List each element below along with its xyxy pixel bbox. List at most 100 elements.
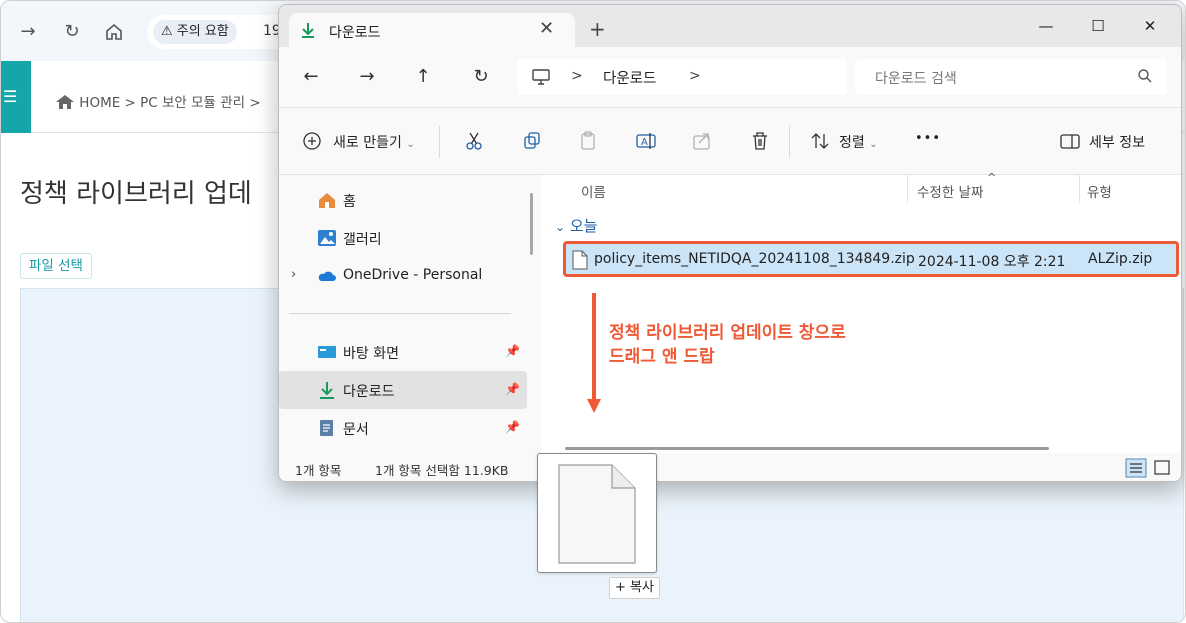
breadcrumb-text: HOME > PC 보안 모듈 관리 > xyxy=(79,95,261,111)
details-view-icon[interactable] xyxy=(1125,458,1147,478)
nav-item-home[interactable]: 홈 xyxy=(279,181,527,219)
nav-item-downloads[interactable]: 다운로드 📌 xyxy=(279,371,527,409)
more-options-button[interactable]: ••• xyxy=(915,131,941,146)
warning-label: 주의 요함 xyxy=(176,24,229,39)
delete-icon[interactable] xyxy=(749,130,771,152)
sort-button[interactable]: 정렬 ⌄ xyxy=(839,132,878,152)
column-header-name[interactable]: 이름 xyxy=(581,181,606,201)
document-icon xyxy=(320,420,333,436)
horizontal-scrollbar[interactable] xyxy=(565,447,1049,450)
rename-icon[interactable]: A xyxy=(635,130,657,152)
gallery-icon xyxy=(318,230,336,246)
minimize-button[interactable]: — xyxy=(1023,11,1069,41)
forward-icon[interactable]: → xyxy=(15,19,41,45)
path-folder[interactable]: 다운로드 xyxy=(603,67,656,88)
svg-text:A: A xyxy=(641,137,648,148)
nav-label: 문서 xyxy=(343,422,369,438)
tab-close-icon[interactable]: ✕ xyxy=(539,18,554,39)
nav-divider xyxy=(289,313,511,314)
column-divider xyxy=(907,175,908,203)
column-divider xyxy=(1079,175,1080,203)
chevron-down-icon: ⌄ xyxy=(406,139,415,150)
instruction-line-1: 정책 라이브러리 업데이트 창으로 xyxy=(609,323,846,343)
browser-address-bar[interactable]: ⚠ 주의 요함 19 xyxy=(147,15,297,49)
computer-icon xyxy=(532,69,550,85)
tab-label: 다운로드 xyxy=(329,25,381,41)
drag-arrow-icon xyxy=(587,293,601,413)
file-explorer-window: 다운로드 ✕ + — ☐ ✕ ← → ↑ ↻ > 다운로드 > 다운로드 검색 xyxy=(278,4,1182,482)
nav-scrollbar[interactable] xyxy=(530,193,533,255)
copy-badge: + 복사 xyxy=(609,577,660,599)
group-label: 오늘 xyxy=(569,217,598,235)
refresh-icon[interactable]: ↻ xyxy=(469,67,493,87)
tab-downloads[interactable]: 다운로드 ✕ xyxy=(289,13,575,47)
group-header-today[interactable]: ⌄ 오늘 xyxy=(555,215,597,236)
pin-icon[interactable]: 📌 xyxy=(505,382,520,396)
new-label: 새로 만들기 xyxy=(333,135,402,151)
cloud-icon xyxy=(318,271,336,281)
back-icon[interactable]: ← xyxy=(299,67,323,87)
chevron-right-icon[interactable]: › xyxy=(291,267,296,282)
file-select-button[interactable]: 파일 선택 xyxy=(20,253,92,279)
nav-label: 홈 xyxy=(343,194,356,210)
menu-toggle-icon[interactable]: ☰ xyxy=(1,61,31,133)
nav-item-onedrive[interactable]: › OneDrive - Personal xyxy=(279,257,527,295)
large-icons-view-icon[interactable] xyxy=(1151,458,1173,478)
toolbar-divider xyxy=(439,126,440,158)
new-tab-button[interactable]: + xyxy=(589,19,606,39)
new-button[interactable]: 새로 만들기 ⌄ xyxy=(333,132,415,152)
download-icon xyxy=(320,382,334,399)
sort-label: 정렬 xyxy=(839,135,865,151)
cut-icon[interactable] xyxy=(463,130,485,152)
screenshot-frame: → ↻ ⚠ 주의 요함 19 ☰ HOME > PC 보안 모듈 관리 > 정책… xyxy=(0,0,1186,623)
sort-caret-icon: ^ xyxy=(987,171,997,184)
reload-icon[interactable]: ↻ xyxy=(59,19,85,45)
home-icon xyxy=(55,94,75,110)
paste-icon xyxy=(581,131,595,150)
file-icon xyxy=(572,250,588,270)
nav-item-documents[interactable]: 문서 📌 xyxy=(279,409,527,447)
nav-label: 다운로드 xyxy=(343,384,395,400)
column-header-type[interactable]: 유형 xyxy=(1087,181,1112,201)
pin-icon[interactable]: 📌 xyxy=(505,344,520,358)
details-button[interactable]: 세부 정보 xyxy=(1089,132,1145,152)
maximize-button[interactable]: ☐ xyxy=(1075,11,1121,41)
selection-info: 1개 항목 선택함 11.9KB xyxy=(375,463,509,478)
close-button[interactable]: ✕ xyxy=(1127,11,1173,41)
path-field[interactable]: > 다운로드 > xyxy=(517,59,847,95)
nav-label: 바탕 화면 xyxy=(343,346,399,362)
search-input[interactable]: 다운로드 검색 xyxy=(855,59,1167,95)
nav-label: 갤러리 xyxy=(343,232,382,248)
drag-preview xyxy=(537,453,657,573)
home-icon[interactable] xyxy=(101,19,127,45)
file-name: policy_items_NETIDQA_20241108_134849.zip xyxy=(594,251,915,267)
chevron-down-icon: ⌄ xyxy=(555,220,566,234)
new-icon[interactable] xyxy=(301,130,323,152)
page-title: 정책 라이브러리 업데 xyxy=(20,179,252,209)
up-icon[interactable]: ↑ xyxy=(411,67,435,87)
column-header-date[interactable]: 수정한 날짜 xyxy=(917,181,983,201)
pin-icon[interactable]: 📌 xyxy=(505,420,520,434)
nav-item-desktop[interactable]: 바탕 화면 📌 xyxy=(279,333,527,371)
title-bar: 다운로드 ✕ + — ☐ ✕ xyxy=(279,5,1181,47)
toolbar-divider xyxy=(789,126,790,158)
home-icon xyxy=(319,193,335,208)
details-pane-icon[interactable] xyxy=(1059,130,1081,152)
path-separator: > xyxy=(689,68,701,84)
path-separator: > xyxy=(571,68,583,84)
search-placeholder: 다운로드 검색 xyxy=(875,71,957,87)
desktop-icon xyxy=(318,346,336,358)
search-icon xyxy=(1138,69,1152,83)
security-warning-chip[interactable]: ⚠ 주의 요함 xyxy=(153,20,237,44)
file-list: 이름 수정한 날짜 ^ 유형 ⌄ 오늘 policy_items_NETIDQA… xyxy=(541,171,1181,453)
file-icon xyxy=(558,464,636,564)
breadcrumb: HOME > PC 보안 모듈 관리 > xyxy=(55,91,261,111)
chevron-down-icon: ⌄ xyxy=(869,139,878,150)
address-bar: ← → ↑ ↻ > 다운로드 > 다운로드 검색 xyxy=(279,47,1181,107)
sort-icon[interactable] xyxy=(809,130,831,152)
nav-item-gallery[interactable]: 갤러리 xyxy=(279,219,527,257)
share-icon xyxy=(693,133,710,150)
forward-icon[interactable]: → xyxy=(355,67,379,87)
file-row[interactable]: policy_items_NETIDQA_20241108_134849.zip… xyxy=(563,241,1179,277)
copy-icon[interactable] xyxy=(521,130,543,152)
